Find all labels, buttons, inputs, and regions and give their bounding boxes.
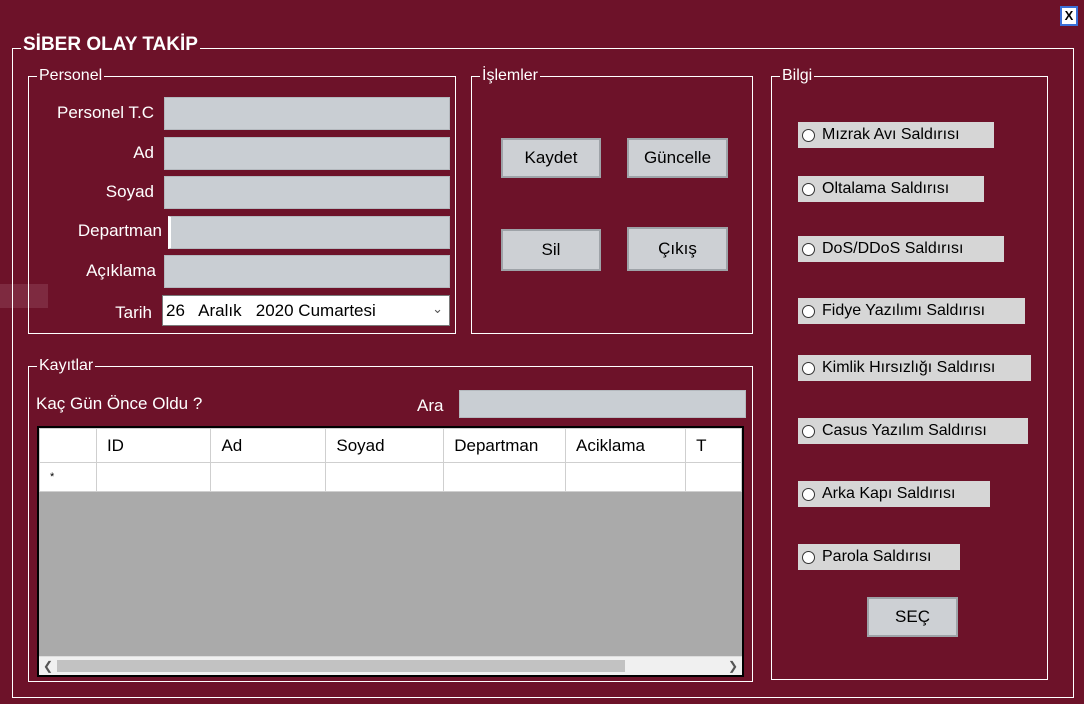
table-cell[interactable] (564, 462, 687, 492)
ad-input[interactable] (164, 137, 450, 170)
radio-circle (802, 424, 815, 438)
aciklama-input[interactable] (164, 255, 450, 288)
cikis-button[interactable]: Çıkış (627, 227, 728, 271)
column-header-ad[interactable]: Ad (210, 428, 327, 463)
sec-button[interactable]: SEÇ (867, 597, 958, 637)
radio-casus[interactable]: Casus Yazılım Saldırısı (798, 418, 1028, 444)
bilgi-legend: Bilgi (780, 66, 815, 86)
radio-fidye[interactable]: Fidye Yazılımı Saldırısı (798, 298, 1025, 324)
radio-oltalama[interactable]: Oltalama Saldırısı (798, 176, 984, 202)
personel-legend: Personel (37, 66, 105, 86)
radio-kimlik[interactable]: Kimlik Hırsızlığı Saldırısı (798, 355, 1031, 381)
close-button[interactable]: X (1060, 6, 1078, 26)
islemler-group: İşlemler (471, 66, 753, 334)
islemler-legend: İşlemler (480, 66, 541, 86)
departman-input[interactable] (168, 216, 450, 249)
table-cell[interactable] (443, 462, 566, 492)
soyad-label: Soyad (105, 182, 154, 201)
aciklama-label: Açıklama (86, 261, 156, 280)
radio-circle (802, 182, 815, 196)
column-header-soyad[interactable]: Soyad (325, 428, 445, 463)
chevron-down-icon: ⌄ (432, 301, 443, 316)
radio-circle (802, 304, 815, 318)
scroll-right-icon[interactable]: ❯ (724, 657, 742, 675)
ad-label: Ad (133, 143, 154, 162)
personel-tc-input[interactable] (164, 97, 450, 130)
scroll-left-icon[interactable]: ❮ (39, 657, 57, 675)
sil-button[interactable]: Sil (501, 229, 601, 271)
radio-circle (802, 242, 815, 256)
tarih-datepicker[interactable]: 26 Aralık 2020 Cumartesi ⌄ (162, 295, 450, 326)
column-header-aciklama[interactable]: Aciklama (564, 428, 687, 463)
table-cell[interactable] (325, 462, 445, 492)
horizontal-scrollbar[interactable]: ❮ ❯ (39, 656, 742, 675)
personel-tc-label: Personel T.C (56, 103, 154, 122)
radio-label: Fidye Yazılımı Saldırısı (822, 302, 986, 319)
departman-label: Departman (77, 221, 162, 240)
table-cell[interactable] (685, 462, 742, 492)
radio-label: Arka Kapı Saldırısı (822, 485, 956, 502)
guncelle-button[interactable]: Güncelle (627, 138, 728, 178)
radio-circle (802, 361, 815, 375)
column-header-departman[interactable]: Departman (443, 428, 566, 463)
radio-label: Kimlik Hırsızlığı Saldırısı (822, 359, 996, 376)
ara-label: Ara (417, 396, 444, 415)
radio-arka-kapi[interactable]: Arka Kapı Saldırısı (798, 481, 990, 507)
kayitlar-table: ID Ad Soyad Departman Aciklama T * (39, 428, 742, 492)
tarih-label: Tarih (115, 303, 152, 322)
radio-parola[interactable]: Parola Saldırısı (798, 544, 960, 570)
radio-circle (802, 487, 815, 501)
kayitlar-grid[interactable]: ID Ad Soyad Departman Aciklama T * ❮ ❯ (37, 426, 744, 677)
radio-circle (802, 128, 815, 142)
ara-input[interactable] (459, 390, 746, 418)
column-header-id[interactable]: ID (95, 428, 212, 463)
kaydet-button[interactable]: Kaydet (501, 138, 601, 178)
radio-label: Mızrak Avı Saldırısı (822, 126, 960, 143)
new-row-marker: * (39, 462, 97, 492)
radio-label: Parola Saldırısı (822, 548, 932, 565)
radio-label: DoS/DDoS Saldırısı (822, 240, 964, 257)
column-header-tarih[interactable]: T (685, 428, 742, 463)
radio-circle (802, 550, 815, 564)
main-title: SİBER OLAY TAKİP (21, 34, 200, 55)
tarih-value: 26 Aralık 2020 Cumartesi (166, 301, 376, 320)
radio-label: Casus Yazılım Saldırısı (822, 422, 987, 439)
table-cell[interactable] (210, 462, 327, 492)
radio-mizrak-avi[interactable]: Mızrak Avı Saldırısı (798, 122, 994, 148)
row-header-corner (39, 428, 97, 463)
radio-dos-ddos[interactable]: DoS/DDoS Saldırısı (798, 236, 1004, 262)
soyad-input[interactable] (164, 176, 450, 209)
radio-label: Oltalama Saldırısı (822, 180, 950, 197)
table-cell[interactable] (95, 462, 212, 492)
table-header-row: ID Ad Soyad Departman Aciklama T (39, 428, 742, 463)
table-row-new[interactable]: * (39, 462, 742, 492)
scroll-thumb[interactable] (57, 660, 625, 672)
kac-gun-label: Kaç Gün Önce Oldu ? (36, 394, 203, 413)
kayitlar-legend: Kayıtlar (37, 356, 96, 376)
